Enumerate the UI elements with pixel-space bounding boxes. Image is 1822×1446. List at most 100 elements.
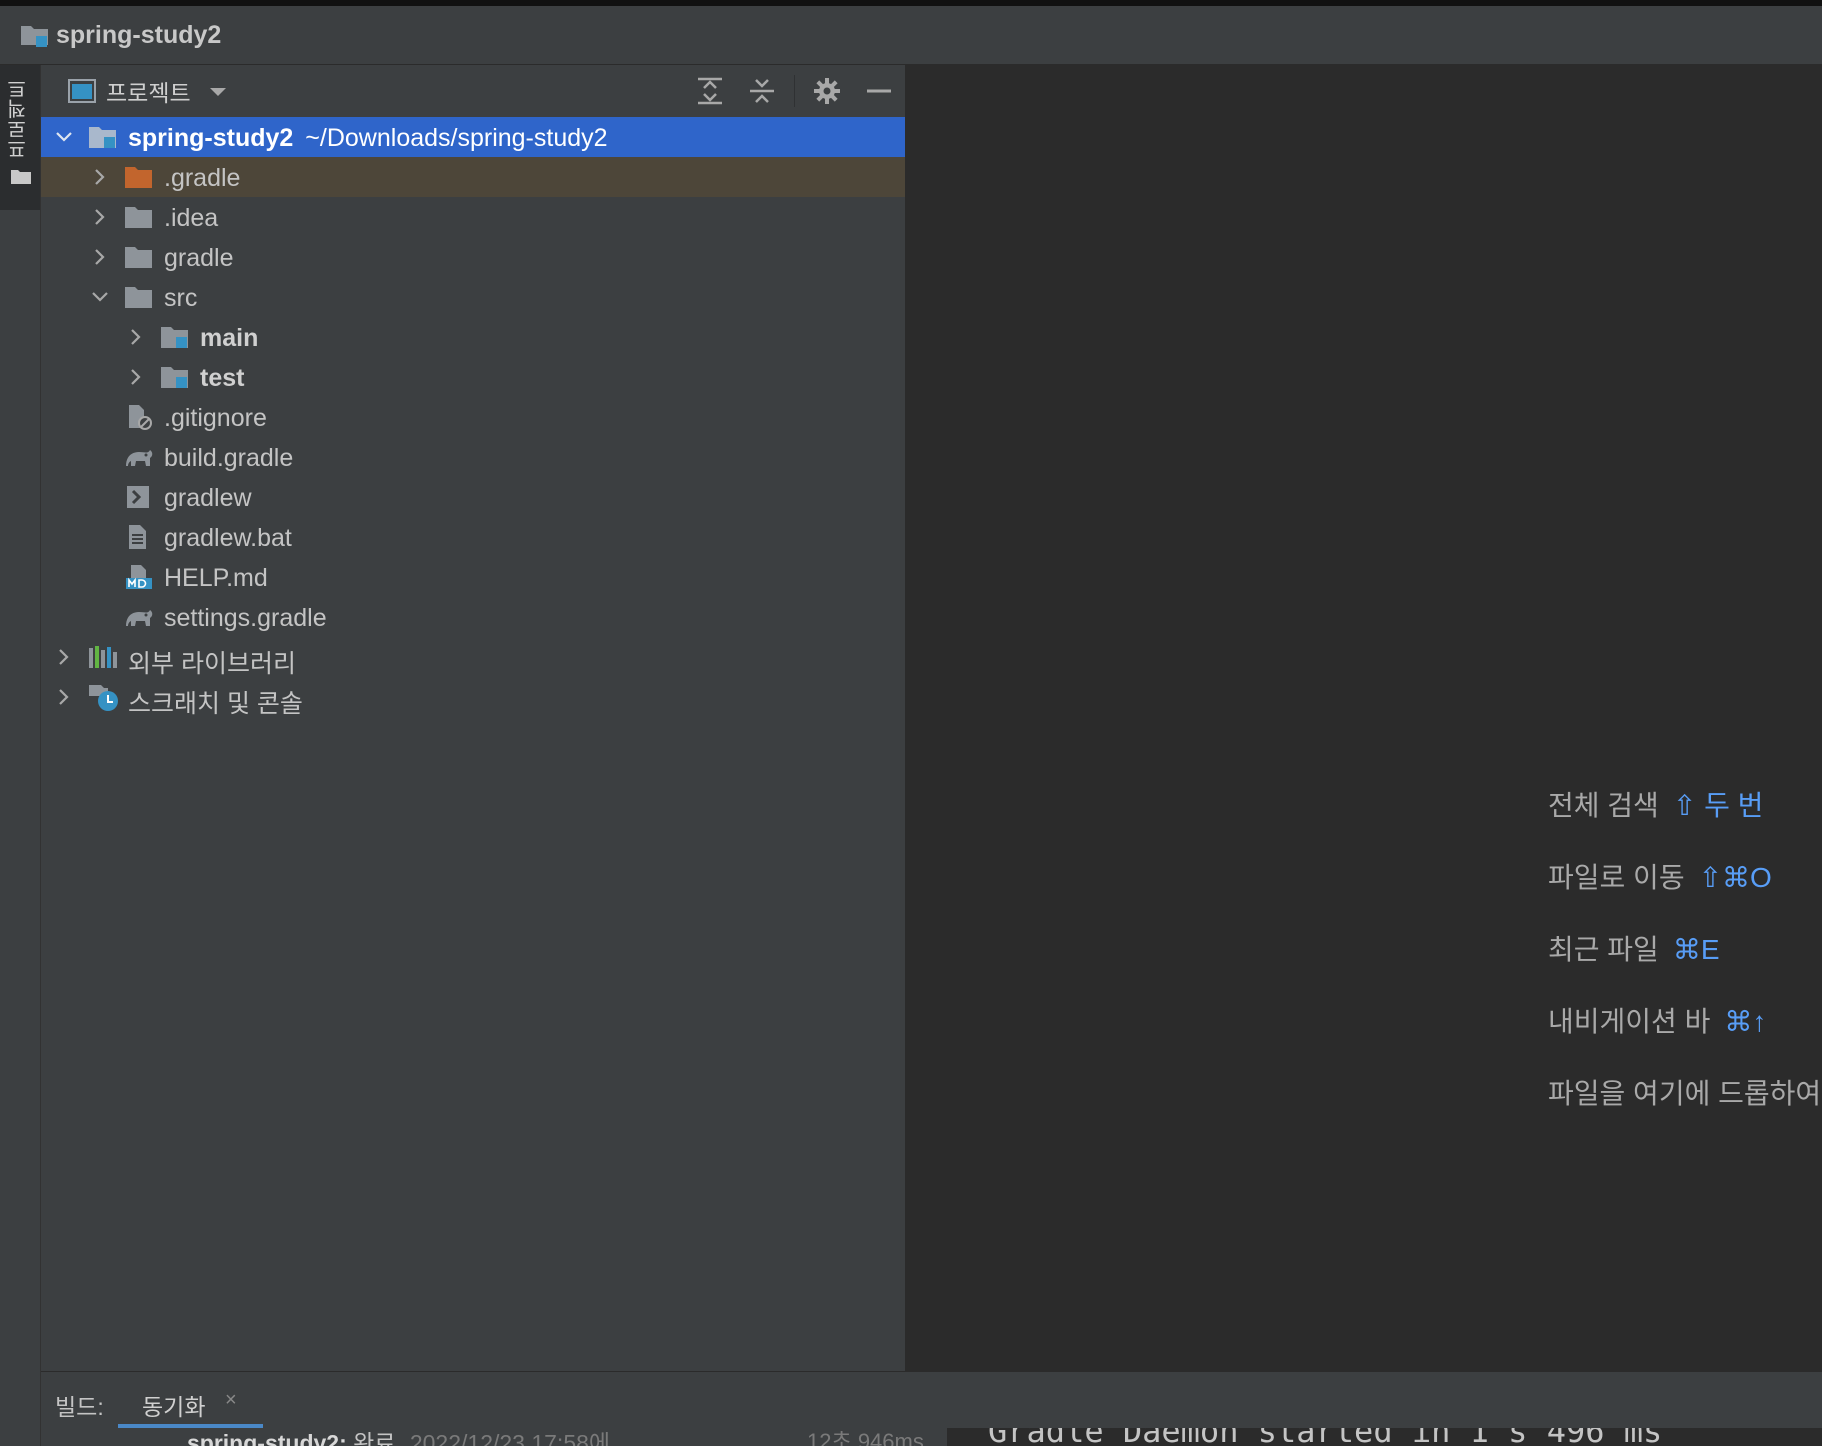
collapse-all-icon[interactable] — [736, 65, 788, 117]
build-result-row[interactable]: spring-study2: 완료 2022/12/23 17:58에 — [187, 1428, 610, 1446]
tree-item-label: gradle — [164, 244, 234, 272]
build-duration: 12초 946ms — [807, 1429, 924, 1446]
markdown-file-icon — [124, 564, 154, 590]
tree-item-gradle[interactable]: gradle — [41, 237, 905, 277]
tree-item-label: gradlew — [164, 484, 252, 512]
chevron-down-icon[interactable] — [209, 85, 227, 97]
tree-item-external-libraries[interactable]: 외부 라이브러리 — [41, 637, 905, 678]
hint-drop-files: 파일을 여기에 드롭하여 열기 — [1548, 1072, 1822, 1112]
tree-item-src[interactable]: src — [41, 277, 905, 317]
chevron-right-icon[interactable] — [127, 368, 145, 386]
hint-shortcut: ⇧ 두 번 — [1672, 790, 1764, 821]
project-view-icon — [68, 79, 96, 103]
tree-item-build-gradle[interactable]: build.gradle — [41, 437, 905, 477]
tree-item-test[interactable]: test — [41, 357, 905, 397]
tree-item-gitignore[interactable]: .gitignore — [41, 397, 905, 437]
hint-label: 내비게이션 바 — [1548, 1006, 1711, 1037]
tree-item-dot-gradle[interactable]: .gradle — [41, 157, 905, 197]
tree-item-gradlew-bat[interactable]: gradlew.bat — [41, 517, 905, 557]
gradle-elephant-icon — [124, 444, 154, 470]
build-output: spring-study2: 완료 2022/12/23 17:58에 12초 … — [41, 1428, 1822, 1446]
editor-empty-state — [906, 65, 1822, 1371]
gear-icon[interactable] — [801, 65, 853, 117]
gradle-elephant-icon — [124, 604, 154, 630]
hint-search-everywhere: 전체 검색 ⇧ 두 번 — [1548, 784, 1763, 824]
tree-item-main[interactable]: main — [41, 317, 905, 357]
project-tool-tab[interactable]: 프로젝트 — [0, 65, 40, 210]
library-icon — [88, 644, 118, 670]
chevron-down-icon[interactable] — [91, 288, 109, 306]
tab-sync[interactable]: 동기화 × — [118, 1372, 263, 1429]
project-tool-tab-label: 프로젝트 — [8, 79, 30, 159]
close-icon[interactable]: × — [225, 1389, 237, 1412]
build-result-status: 완료 — [353, 1430, 396, 1446]
hint-label: 최근 파일 — [1548, 934, 1659, 965]
project-module-icon — [88, 124, 118, 150]
tree-root-spring-study2[interactable]: spring-study2 ~/Downloads/spring-study2 — [41, 117, 905, 157]
chevron-down-icon[interactable] — [55, 128, 73, 146]
build-console-line: Gradle Daemon started in 1 s 496 ms — [988, 1428, 1662, 1446]
hint-recent-files: 최근 파일 ⌘E — [1548, 928, 1720, 968]
tree-item-label: 스크래치 및 콘솔 — [128, 690, 303, 718]
ignored-file-icon — [124, 404, 154, 430]
excluded-folder-icon — [124, 164, 154, 190]
hint-go-to-file: 파일로 이동 ⇧⌘O — [1548, 856, 1772, 896]
tree-root-name: spring-study2 — [128, 124, 294, 152]
tree-item-label: gradlew.bat — [164, 524, 292, 552]
chevron-right-icon[interactable] — [91, 248, 109, 266]
tree-item-label: 외부 라이브러리 — [128, 650, 296, 678]
tab-sync-label: 동기화 — [142, 1394, 206, 1420]
folder-icon — [124, 204, 154, 230]
hint-shortcut: ⇧⌘O — [1698, 862, 1772, 893]
build-result-tree: spring-study2: 완료 2022/12/23 17:58에 12초 … — [41, 1428, 947, 1446]
project-tool-window: 프로젝트 spring-study2 ~/Downloads/spring-st… — [41, 65, 906, 1371]
tree-root-path: ~/Downloads/spring-study2 — [305, 124, 608, 152]
scratches-clock-icon — [88, 684, 118, 711]
navbar-project-name[interactable]: spring-study2 — [56, 21, 221, 50]
tree-item-label: .gitignore — [164, 404, 267, 432]
tree-item-label: main — [200, 324, 259, 352]
expand-all-icon[interactable] — [684, 65, 736, 117]
text-file-icon — [124, 524, 154, 550]
hint-shortcut: ⌘↑ — [1724, 1006, 1767, 1037]
tree-item-label: test — [200, 364, 245, 392]
tree-item-label: .idea — [164, 204, 219, 232]
chevron-right-icon[interactable] — [55, 648, 73, 666]
project-panel-toolbar — [684, 65, 905, 117]
build-tool-window-header: 빌드: 동기화 × — [41, 1371, 1822, 1429]
tree-item-scratches-consoles[interactable]: 스크래치 및 콘솔 — [41, 677, 905, 718]
build-label: 빌드: — [55, 1394, 104, 1420]
module-folder-icon — [160, 324, 190, 350]
hint-label: 전체 검색 — [1548, 790, 1659, 821]
shell-script-icon — [124, 484, 154, 510]
tree-item-label: build.gradle — [164, 444, 294, 472]
tree-item-gradlew[interactable]: gradlew — [41, 477, 905, 517]
module-folder-icon — [160, 364, 190, 390]
folder-icon — [124, 244, 154, 270]
chevron-right-icon[interactable] — [91, 168, 109, 186]
tree-item-dot-idea[interactable]: .idea — [41, 197, 905, 237]
tree-item-help-md[interactable]: HELP.md — [41, 557, 905, 597]
chevron-right-icon[interactable] — [55, 688, 73, 706]
chevron-right-icon[interactable] — [127, 328, 145, 346]
hint-shortcut: ⌘E — [1672, 934, 1720, 965]
hint-label: 파일로 이동 — [1548, 862, 1685, 893]
tree-item-label: src — [164, 284, 198, 312]
folder-icon — [10, 169, 32, 185]
chevron-right-icon[interactable] — [91, 208, 109, 226]
project-folder-icon — [20, 21, 50, 49]
hint-label: 파일을 여기에 드롭하여 열기 — [1548, 1078, 1822, 1109]
project-panel-header: 프로젝트 — [41, 65, 905, 117]
build-result-time: 2022/12/23 17:58에 — [409, 1430, 611, 1446]
project-view-selector[interactable]: 프로젝트 — [106, 74, 191, 108]
folder-icon — [124, 284, 154, 310]
tree-item-settings-gradle[interactable]: settings.gradle — [41, 597, 905, 637]
toolbar-separator — [794, 75, 795, 107]
hint-navigation-bar: 내비게이션 바 ⌘↑ — [1548, 1000, 1766, 1040]
tree-item-label: HELP.md — [164, 564, 268, 592]
navigation-bar: spring-study2 — [0, 6, 1822, 65]
tree-item-label: settings.gradle — [164, 604, 327, 632]
build-result-project: spring-study2: — [187, 1430, 347, 1446]
minimize-icon[interactable] — [853, 65, 905, 117]
tree-item-label: .gradle — [164, 164, 241, 192]
